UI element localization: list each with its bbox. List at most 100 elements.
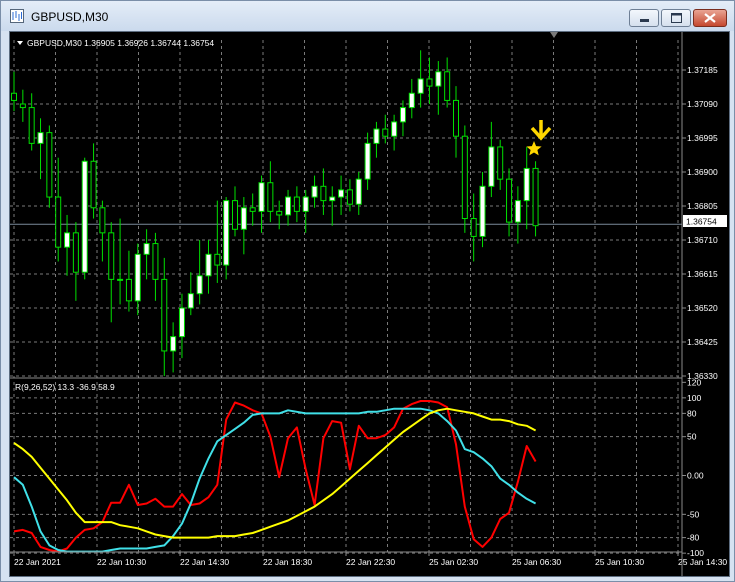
candle xyxy=(134,243,141,316)
candle xyxy=(117,218,124,305)
candle xyxy=(55,157,62,262)
time-axis: 22 Jan 2021 22 Jan 10:30 22 Jan 14:30 22 Ja… xyxy=(10,551,727,567)
candle xyxy=(46,125,53,208)
candle xyxy=(417,50,424,108)
chart-menu-triangle-icon[interactable] xyxy=(17,41,23,45)
candle xyxy=(399,100,406,137)
price-candles xyxy=(10,50,682,376)
candle xyxy=(514,186,521,244)
indicator-series-line xyxy=(13,407,537,553)
price-level-label: 1.36805 xyxy=(687,201,718,211)
candle xyxy=(355,172,362,215)
candle xyxy=(11,71,17,112)
window-title: GBPUSD,M30 xyxy=(31,10,109,24)
price-level-label: 1.36520 xyxy=(687,303,718,313)
indicator-level-label: 50 xyxy=(687,432,697,442)
candle xyxy=(267,161,274,223)
candle xyxy=(320,168,327,215)
candle xyxy=(461,125,468,233)
candle xyxy=(108,222,115,323)
candle xyxy=(523,146,530,230)
candle xyxy=(408,78,415,119)
candle xyxy=(532,161,539,237)
down-arrow-icon xyxy=(530,120,552,141)
candle xyxy=(125,250,132,312)
price-level-label: 1.36995 xyxy=(687,133,718,143)
candle xyxy=(72,222,79,301)
candle xyxy=(470,193,477,262)
candle xyxy=(205,240,212,294)
chart-canvas[interactable]: 1.37185 1.37090 1.36995 1.36900 1.36805 1.367… xyxy=(10,32,729,576)
candle xyxy=(81,157,88,280)
candle xyxy=(311,175,318,208)
chart-area[interactable]: 1.37185 1.37090 1.36995 1.36900 1.36805 1.367… xyxy=(9,31,730,577)
candle xyxy=(152,232,159,301)
candle xyxy=(214,200,221,283)
time-label: 22 Jan 2021 xyxy=(14,557,61,567)
chart-shift-icon[interactable] xyxy=(550,32,558,38)
maximize-icon xyxy=(671,13,682,23)
time-label: 22 Jan 22:30 xyxy=(346,557,395,567)
time-label: 22 Jan 10:30 xyxy=(97,557,146,567)
price-level-label: 1.36710 xyxy=(687,235,718,245)
candle xyxy=(170,322,177,373)
candle xyxy=(37,118,44,180)
price-chart-header: GBPUSD,M30 1.36905 1.36926 1.36744 1.367… xyxy=(27,38,214,48)
minimize-button[interactable] xyxy=(629,9,659,27)
indicator-series-line xyxy=(13,407,537,539)
star-icon xyxy=(526,141,542,156)
close-icon xyxy=(704,13,716,23)
candle xyxy=(435,61,442,115)
indicator-level-label: -80 xyxy=(687,533,700,543)
candle xyxy=(453,86,459,158)
current-price-label: 1.36754 xyxy=(686,217,717,227)
indicator-lines xyxy=(13,400,537,553)
candle xyxy=(90,143,97,219)
time-label: 22 Jan 14:30 xyxy=(180,557,229,567)
candle xyxy=(293,186,300,223)
chart-window-icon xyxy=(10,9,24,23)
candle xyxy=(99,200,106,262)
candle xyxy=(223,197,230,280)
candle xyxy=(28,93,35,151)
chart-window: GBPUSD,M30 1.37185 1.37090 1.36995 1.36900 1… xyxy=(0,0,735,582)
time-label: 25 Jan 14:30 xyxy=(678,557,727,567)
candle xyxy=(232,186,238,237)
candle xyxy=(497,139,504,190)
price-level-label: 1.37185 xyxy=(687,65,718,75)
indicator-scale: 12010080500.00-50-80-100 xyxy=(682,377,704,558)
price-level-label: 1.36900 xyxy=(687,167,718,177)
title-bar[interactable]: GBPUSD,M30 xyxy=(1,1,734,31)
time-label: 25 Jan 10:30 xyxy=(595,557,644,567)
candle xyxy=(488,121,495,198)
price-level-label: 1.37090 xyxy=(687,99,718,109)
candle xyxy=(143,229,150,280)
candle xyxy=(426,57,433,104)
indicator-level-label: 100 xyxy=(687,393,701,403)
candle xyxy=(196,240,203,305)
candle xyxy=(249,193,256,226)
candle xyxy=(285,189,292,226)
candle xyxy=(19,89,26,122)
time-label: 22 Jan 18:30 xyxy=(263,557,312,567)
candle xyxy=(373,121,380,158)
candle xyxy=(161,257,168,376)
candle xyxy=(338,175,345,215)
indicator-header: R(9,26,52) 13.3 -36.9 58.9 xyxy=(15,382,115,392)
candle xyxy=(479,172,486,248)
candle xyxy=(187,272,194,316)
time-label: 25 Jan 06:30 xyxy=(512,557,561,567)
indicator-level-label: 0.00 xyxy=(687,471,704,481)
indicator-level-label: -50 xyxy=(687,509,700,519)
candle xyxy=(346,179,353,212)
candle xyxy=(364,132,371,190)
candle xyxy=(391,114,398,151)
price-level-label: 1.36425 xyxy=(687,337,718,347)
close-button[interactable] xyxy=(693,9,727,27)
maximize-button[interactable] xyxy=(661,9,691,27)
indicator-series-line xyxy=(13,400,537,553)
candle xyxy=(506,168,513,237)
indicator-level-label: 120 xyxy=(687,377,701,387)
time-label: 25 Jan 02:30 xyxy=(429,557,478,567)
candle xyxy=(444,57,451,108)
